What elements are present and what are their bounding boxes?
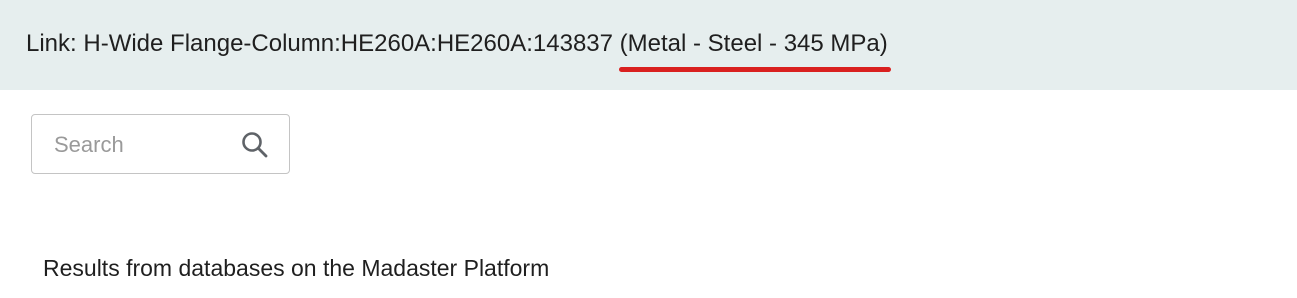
- search-input[interactable]: [54, 128, 234, 162]
- link-material-label: (Metal - Steel - 345 MPa): [619, 30, 888, 57]
- link-element-name: Link: H-Wide Flange-Column:HE260A:HE260A…: [26, 30, 620, 57]
- link-title: Link: H-Wide Flange-Column:HE260A:HE260A…: [26, 27, 891, 72]
- search-box[interactable]: [31, 114, 290, 174]
- material-highlight-underline: [618, 67, 891, 72]
- link-header: Link: H-Wide Flange-Column:HE260A:HE260A…: [0, 0, 1297, 90]
- search-icon[interactable]: [239, 129, 271, 161]
- link-material: (Metal - Steel - 345 MPa): [618, 27, 891, 72]
- results-heading: Results from databases on the Madaster P…: [43, 255, 550, 281]
